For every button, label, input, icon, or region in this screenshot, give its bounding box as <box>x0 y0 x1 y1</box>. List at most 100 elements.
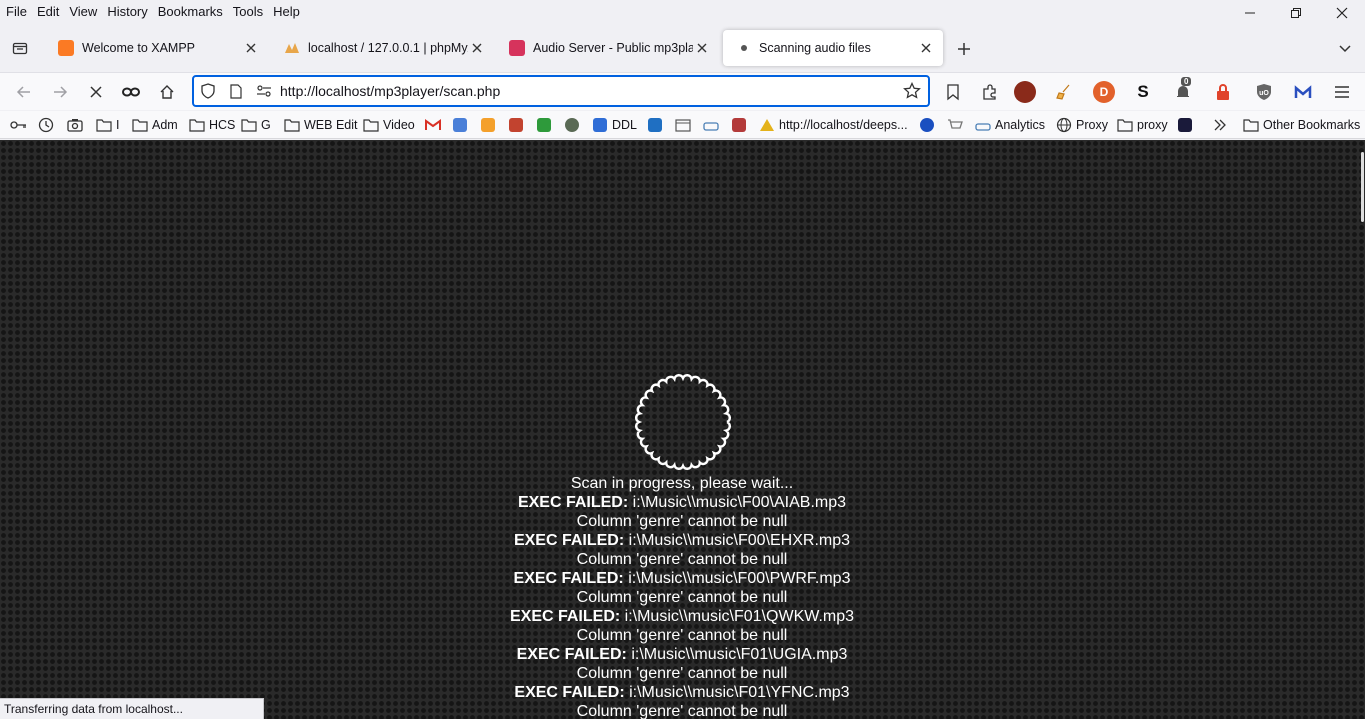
bookmark-folder-adm[interactable]: Adm <box>132 116 178 134</box>
tab-scanning[interactable]: Scanning audio files <box>723 30 943 66</box>
back-button[interactable] <box>11 79 37 105</box>
menu-file[interactable]: File <box>0 1 31 23</box>
other-bookmarks-folder[interactable]: Other Bookmarks <box>1243 116 1360 134</box>
bookmark-label: Video <box>383 118 415 132</box>
extension-broom-button[interactable] <box>1053 81 1075 103</box>
new-tab-button[interactable] <box>952 37 976 61</box>
globe-icon <box>1056 117 1072 133</box>
malwarebytes-button[interactable] <box>1292 81 1314 103</box>
tab-phpmyadmin[interactable]: localhost / 127.0.0.1 | phpMyAd <box>272 30 494 66</box>
bookmark-folder-hcs[interactable]: HCS <box>189 116 235 134</box>
home-button[interactable] <box>154 79 180 105</box>
vertical-scrollbar[interactable] <box>1359 140 1365 719</box>
reading-list-button[interactable] <box>942 81 964 103</box>
tab-xampp[interactable]: Welcome to XAMPP <box>46 30 268 66</box>
close-tab-button[interactable] <box>468 39 486 57</box>
menu-view[interactable]: View <box>63 1 101 23</box>
bookmark-label: DDL <box>612 118 638 132</box>
bookmark-folder-web-edit[interactable]: WEB Edit <box>284 116 358 134</box>
error-message: Column 'genre' cannot be null <box>576 665 788 682</box>
phpmyadmin-icon <box>284 40 300 56</box>
bookmark-info[interactable] <box>919 116 939 134</box>
bookmark-media[interactable] <box>731 116 751 134</box>
firefox-view-button[interactable] <box>0 28 40 68</box>
extensions-button[interactable] <box>979 81 1001 103</box>
menu-edit[interactable]: Edit <box>31 1 63 23</box>
extension-s-button[interactable]: S <box>1132 81 1154 103</box>
bookmark-folder-i[interactable]: I <box>96 116 119 134</box>
permissions-icon[interactable] <box>254 81 274 101</box>
ublock-button[interactable]: uO <box>1253 81 1275 103</box>
scrollbar-thumb[interactable] <box>1361 152 1364 222</box>
bookmark-outlook[interactable] <box>508 116 528 134</box>
bookmark-translate[interactable] <box>452 116 472 134</box>
page-icon[interactable] <box>226 81 246 101</box>
close-tab-button[interactable] <box>693 39 711 57</box>
close-icon <box>697 43 707 53</box>
audio-server-icon <box>509 40 525 56</box>
drive-icon <box>703 117 719 133</box>
bookmark-history[interactable] <box>38 116 58 134</box>
bookmark-gmail[interactable] <box>425 116 445 134</box>
menu-history[interactable]: History <box>101 1 151 23</box>
calendar-icon <box>675 117 691 133</box>
bookmark-key[interactable] <box>10 116 30 134</box>
scan-heading: Scan in progress, please wait... <box>570 475 794 492</box>
error-message: Column 'genre' cannot be null <box>576 703 788 719</box>
stop-loading-button[interactable] <box>83 79 109 105</box>
bookmark-mail[interactable] <box>536 116 556 134</box>
bookmark-blogger[interactable] <box>480 116 500 134</box>
tab-audio-server[interactable]: Audio Server - Public mp3playe <box>497 30 719 66</box>
bookmark-analytics[interactable]: Analytics <box>975 116 1045 134</box>
bookmark-globe-dark[interactable] <box>564 116 584 134</box>
minimize-button[interactable] <box>1227 0 1273 26</box>
app-menu-button[interactable] <box>1331 81 1353 103</box>
bookmark-terminal[interactable] <box>1177 116 1197 134</box>
extension-lock-button[interactable] <box>1212 81 1234 103</box>
folder-icon <box>1117 117 1133 133</box>
close-icon <box>246 43 256 53</box>
folder-icon <box>189 117 205 133</box>
warning-icon <box>759 117 775 133</box>
close-tab-button[interactable] <box>242 39 260 57</box>
close-tab-button[interactable] <box>917 39 935 57</box>
shield-icon[interactable] <box>198 81 218 101</box>
bookmark-cart[interactable] <box>947 116 967 134</box>
file-path: i:\Music\\music\F00\EHXR.mp3 <box>628 532 851 549</box>
url-text[interactable]: http://localhost/mp3player/scan.php <box>280 83 902 99</box>
menu-bookmarks[interactable]: Bookmarks <box>152 1 227 23</box>
address-bar[interactable]: http://localhost/mp3player/scan.php <box>192 75 930 107</box>
list-all-tabs-button[interactable] <box>1335 38 1355 58</box>
bookmark-ddl[interactable]: DDL <box>592 116 637 134</box>
bookmark-folder-video[interactable]: Video <box>363 116 415 134</box>
bookmark-folder-proxy[interactable]: proxy <box>1117 116 1168 134</box>
forward-button[interactable] <box>47 79 73 105</box>
close-icon <box>90 86 102 98</box>
exec-failed-row: EXEC FAILED: i:\Music\\music\F01\QWKW.mp… <box>382 607 982 626</box>
svg-text:uO: uO <box>1259 90 1269 97</box>
bookmark-star-icon[interactable] <box>902 81 922 101</box>
close-window-button[interactable] <box>1319 0 1365 26</box>
bookmark-localhost-deeps[interactable]: http://localhost/deeps... <box>759 116 908 134</box>
bookmark-monitor[interactable] <box>647 116 667 134</box>
notifications-button[interactable]: 0 <box>1172 77 1194 103</box>
bookmark-folder-g[interactable]: G <box>241 116 271 134</box>
extension-red-button[interactable] <box>1014 81 1036 103</box>
bookmark-screenshot[interactable] <box>67 116 87 134</box>
close-icon <box>1336 7 1348 19</box>
ublock-shield-icon: uO <box>1257 84 1271 100</box>
menu-help[interactable]: Help <box>267 1 304 23</box>
lock-icon <box>1217 84 1229 100</box>
bookmark-proxy[interactable]: Proxy <box>1056 116 1108 134</box>
info-icon <box>919 117 935 133</box>
broom-icon <box>1056 84 1070 100</box>
menu-tools[interactable]: Tools <box>227 1 267 23</box>
duckduckgo-button[interactable]: D <box>1093 81 1115 103</box>
more-bookmarks-button[interactable] <box>1212 116 1232 134</box>
restore-button[interactable] <box>1273 0 1319 26</box>
folder-icon <box>132 117 148 133</box>
bookmark-calendar[interactable] <box>675 116 695 134</box>
private-mask-button[interactable] <box>118 79 144 105</box>
bookmark-label: Proxy <box>1076 118 1108 132</box>
bookmark-drive[interactable] <box>703 116 723 134</box>
